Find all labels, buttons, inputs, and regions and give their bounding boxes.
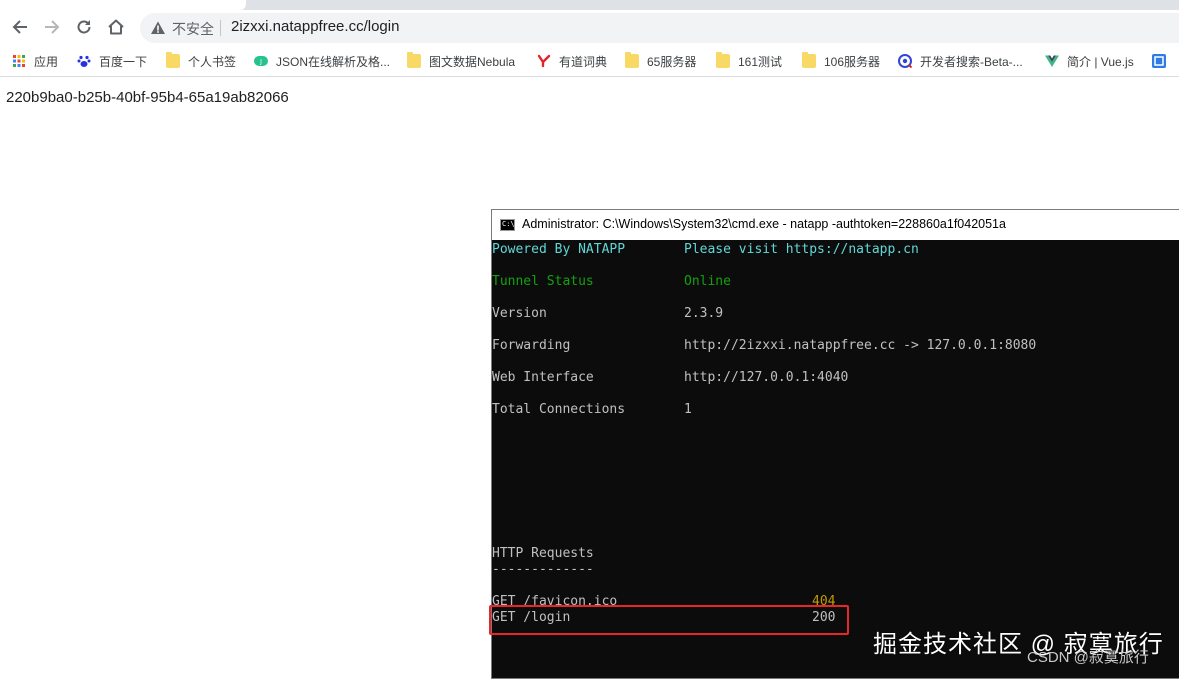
total-connections-label: Total Connections [492,402,626,417]
powered-by-value: Please visit https://natapp.cn [684,242,919,257]
http-requests-heading: HTTP Requests [492,546,594,561]
youdao-icon [537,54,551,68]
bookmark-json[interactable]: J JSON在线解析及格... [254,52,390,70]
bookmark-apps[interactable]: 应用 [12,52,58,70]
dev-search-icon [898,54,912,68]
cmd-prompt-icon: C:\ [500,219,515,231]
bookmark-site-icon [1152,54,1166,68]
bookmark-label: 应用 [34,54,59,69]
folder-icon [716,52,730,68]
url-text[interactable]: 2izxxi.natappfree.cc/login [231,18,399,35]
omnibox-divider [220,20,221,36]
bookmark-label: 图文数据Nebula [429,54,516,69]
web-interface-value: http://127.0.0.1:4040 [684,370,849,385]
apps-grid-icon [13,55,25,67]
warning-triangle-icon[interactable] [150,20,166,36]
forwarding-label: Forwarding [492,338,571,353]
bookmark-label: 简介 | Vue.js [1067,54,1134,69]
json-icon: J [254,56,268,66]
back-button[interactable] [6,13,34,41]
bookmark-label: 百度一下 [99,54,148,69]
bookmark-baidu[interactable]: 百度一下 [77,52,147,70]
forward-button[interactable] [38,13,66,41]
web-interface-label: Web Interface [492,370,594,385]
arrow-left-icon [12,20,27,34]
bookmark-label: 开发者搜索-Beta-... [920,54,1023,69]
bookmark-folder-106[interactable]: 106服务器 [802,52,880,70]
bookmark-label: 161测试 [738,54,783,69]
active-tab[interactable] [0,0,246,10]
response-body-text: 220b9ba0-b25b-40bf-95b4-65a19ab82066 [6,89,289,106]
baidu-paw-icon [77,55,91,67]
folder-icon [407,52,421,68]
browser-toolbar: 不安全 2izxxi.natappfree.cc/login [0,10,1179,46]
svg-text:J: J [259,59,262,66]
address-bar[interactable]: 不安全 2izxxi.natappfree.cc/login [140,13,1179,43]
watermark-csdn: CSDN @寂寞旅行 [1027,649,1149,666]
bookmark-label: 个人书签 [188,54,237,69]
cmd-titlebar[interactable]: C:\ Administrator: C:\Windows\System32\c… [492,210,1179,240]
home-icon [108,19,124,35]
bookmark-folder-161[interactable]: 161测试 [716,52,782,70]
highlight-box [489,605,849,635]
forwarding-value: http://2izxxi.natappfree.cc -> 127.0.0.1… [684,338,1037,353]
insecure-label[interactable]: 不安全 [172,19,214,39]
version-label: Version [492,306,547,321]
bookmarks-bar: 应用 百度一下 个人书签 J JSON在线解析及格... 图文数据Nebula … [0,46,1179,77]
vue-icon [1045,55,1059,67]
bookmark-vue[interactable]: 简介 | Vue.js [1045,52,1134,70]
bookmark-label: 65服务器 [647,54,697,69]
folder-icon [802,52,816,68]
bookmark-folder-nebula[interactable]: 图文数据Nebula [407,52,515,70]
tunnel-status-value: Online [684,274,731,289]
bookmark-folder-65[interactable]: 65服务器 [625,52,696,70]
version-value: 2.3.9 [684,306,724,321]
arrow-right-icon [45,20,60,34]
tab-strip [0,0,1179,10]
bookmark-label: JSON在线解析及格... [276,54,391,69]
cmd-window-title: Administrator: C:\Windows\System32\cmd.e… [522,217,1006,231]
bookmark-folder-personal[interactable]: 个人书签 [166,52,236,70]
reload-icon [77,20,91,34]
reload-button[interactable] [70,13,98,41]
powered-by-label: Powered By NATAPP [492,242,626,257]
total-connections-value: 1 [684,402,692,417]
bookmark-label: 106服务器 [824,54,881,69]
bookmark-youdao[interactable]: 有道词典 [537,52,607,70]
http-requests-rule: ------------- [492,562,594,577]
home-button[interactable] [102,13,130,41]
bookmark-partial[interactable] [1152,52,1174,70]
tunnel-status-label: Tunnel Status [492,274,594,289]
bookmark-label: 有道词典 [559,54,608,69]
folder-icon [625,52,639,68]
folder-icon [166,52,180,68]
bookmark-dev-search[interactable]: 开发者搜索-Beta-... [898,52,1023,70]
